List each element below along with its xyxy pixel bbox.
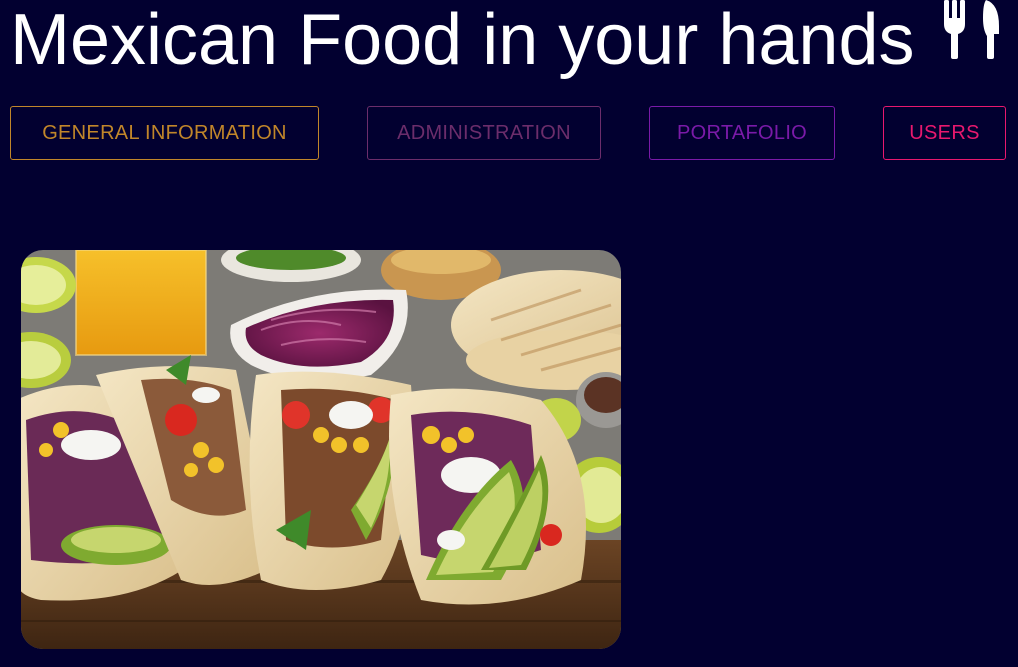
general-information-button[interactable]: GENERAL INFORMATION <box>10 106 319 160</box>
tacos-photo <box>21 250 621 649</box>
portafolio-button[interactable]: PORTAFOLIO <box>649 106 835 160</box>
fork-knife-icon <box>944 0 999 59</box>
users-button[interactable]: USERS <box>883 106 1006 160</box>
administration-button[interactable]: ADMINISTRATION <box>367 106 601 160</box>
page-title: Mexican Food in your hands <box>10 0 915 80</box>
